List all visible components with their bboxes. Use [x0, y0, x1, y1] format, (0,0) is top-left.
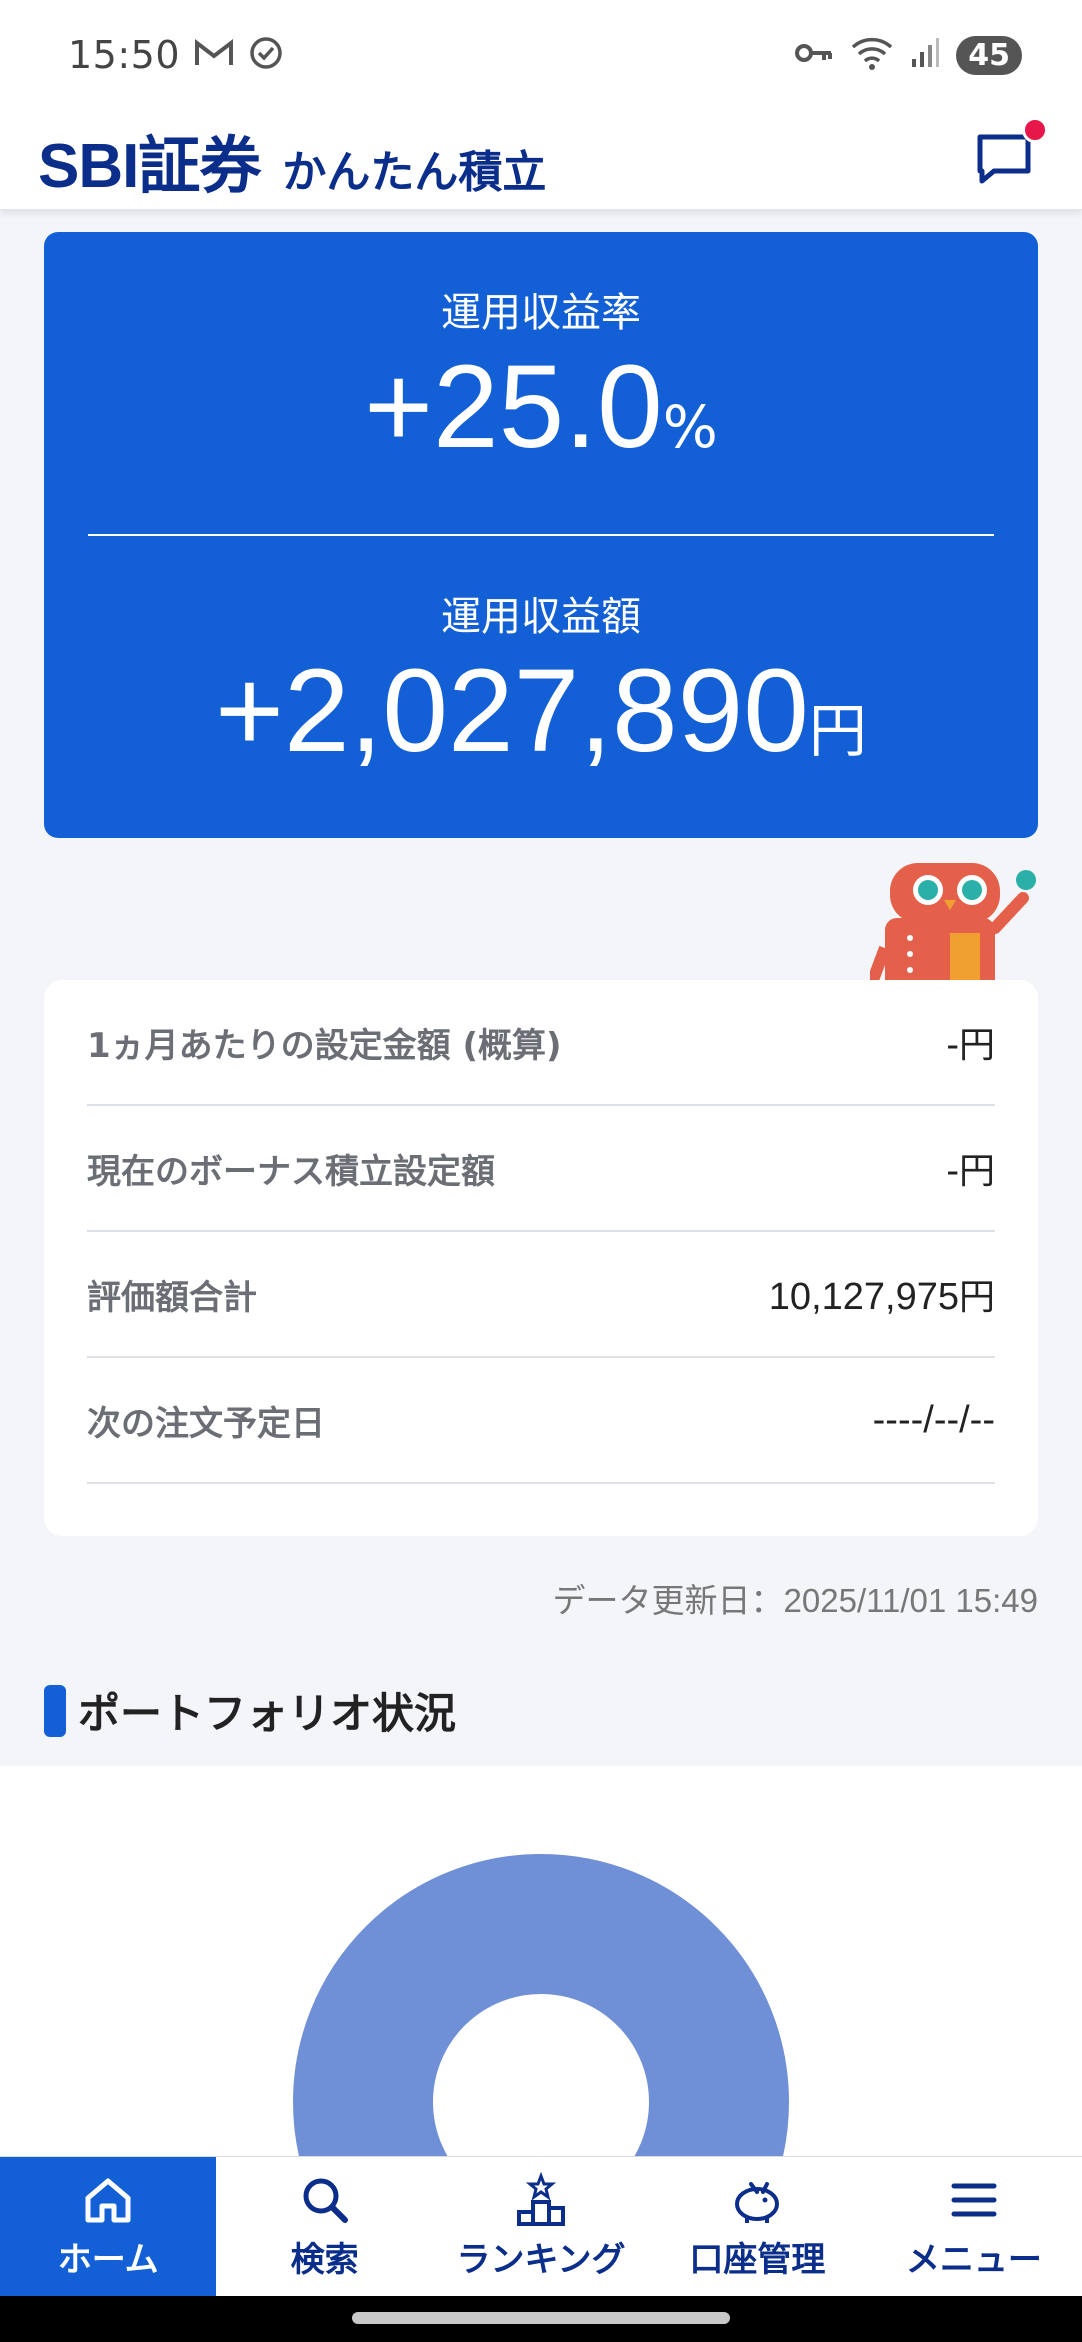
check-circle-icon — [248, 35, 284, 75]
nav-label: メニュー — [905, 2240, 1042, 2280]
amount-unit: 円 — [808, 697, 867, 765]
rate-value-row: +25.0% — [44, 348, 1038, 466]
info-label: 現在のボーナス積立設定額 — [87, 1151, 495, 1192]
home-gesture-handle[interactable] — [352, 2312, 730, 2324]
nav-label: 検索 — [290, 2240, 359, 2280]
rate-value: +25.0 — [364, 341, 663, 473]
settings-info-card: 1ヵ月あたりの設定金額 (概算) -円 現在のボーナス積立設定額 -円 評価額合… — [44, 980, 1038, 1536]
home-icon — [80, 2172, 136, 2228]
section-accent-bar — [44, 1684, 66, 1737]
notification-dot — [1022, 116, 1048, 143]
info-value: ----/--/-- — [872, 1398, 995, 1441]
nav-label: ランキング — [456, 2240, 626, 2280]
status-right: 45 — [794, 35, 1022, 75]
portfolio-donut-chart[interactable] — [0, 1766, 1082, 2156]
nav-label: 口座管理 — [689, 2240, 826, 2280]
status-time: 15:50 — [68, 33, 181, 77]
menu-icon — [946, 2172, 1002, 2228]
info-label: 次の注文予定日 — [87, 1403, 325, 1444]
nav-label: ホーム — [57, 2240, 159, 2280]
info-value: -円 — [946, 1024, 995, 1066]
bottom-navigation: ホーム 検索 ランキング 口座管理 メニュー — [0, 2156, 1082, 2296]
brand-subtitle: かんたん積立 — [282, 146, 547, 198]
amount-label: 運用収益額 — [441, 594, 641, 640]
rate-label: 運用収益率 — [441, 290, 641, 336]
search-icon — [297, 2172, 353, 2228]
rate-unit: % — [662, 393, 718, 461]
portfolio-section-title: ポートフォリオ状況 — [44, 1680, 456, 1741]
amount-block: 運用収益額 +2,027,890円 — [44, 584, 1038, 770]
donut-slice — [293, 1854, 789, 2156]
gmail-icon — [194, 37, 234, 73]
nav-menu[interactable]: メニュー — [866, 2157, 1082, 2296]
ranking-icon — [513, 2171, 569, 2228]
wifi-icon — [850, 35, 894, 75]
system-gesture-bar — [0, 2296, 1082, 2342]
section-title-text: ポートフォリオ状況 — [78, 1689, 457, 1738]
profit-summary-card: 運用収益率 +25.0% 運用収益額 +2,027,890円 — [44, 232, 1038, 838]
battery-indicator: 45 — [956, 35, 1022, 75]
chat-icon — [972, 134, 1036, 193]
amount-value: +2,027,890 — [215, 645, 809, 777]
info-row-bonus-amount: 現在のボーナス積立設定額 -円 — [87, 1106, 995, 1232]
nav-ranking[interactable]: ランキング — [433, 2157, 649, 2296]
info-row-next-order-date: 次の注文予定日 ----/--/-- — [87, 1358, 995, 1484]
info-label: 1ヵ月あたりの設定金額 (概算) — [87, 1025, 562, 1066]
nav-search[interactable]: 検索 — [216, 2157, 432, 2296]
app-header: SBI証券 かんたん積立 — [0, 110, 1082, 210]
info-value: -円 — [946, 1150, 995, 1192]
summary-divider — [88, 534, 994, 536]
info-row-total-valuation: 評価額合計 10,127,975円 — [87, 1232, 995, 1358]
nav-home[interactable]: ホーム — [0, 2157, 217, 2296]
signal-icon — [910, 37, 940, 73]
data-update-timestamp: データ更新日：2025/11/01 15:49 — [552, 1582, 1038, 1619]
robot-mascot-icon — [870, 858, 1050, 980]
portfolio-chart-area — [0, 1766, 1082, 2156]
info-value: 10,127,975円 — [768, 1276, 995, 1318]
rate-block: 運用収益率 +25.0% — [44, 280, 1038, 466]
piggy-bank-icon — [729, 2172, 785, 2228]
amount-value-row: +2,027,890円 — [44, 652, 1038, 770]
vpn-key-icon — [794, 40, 834, 70]
status-left: 15:50 — [68, 33, 284, 77]
brand-logo: SBI証券 — [38, 131, 261, 201]
nav-account[interactable]: 口座管理 — [649, 2157, 865, 2296]
info-label: 評価額合計 — [87, 1277, 257, 1318]
info-row-monthly-amount: 1ヵ月あたりの設定金額 (概算) -円 — [87, 980, 995, 1106]
message-button[interactable] — [972, 116, 1048, 195]
status-bar: 15:50 45 — [0, 0, 1082, 110]
brand[interactable]: SBI証券 かんたん積立 — [38, 115, 546, 205]
